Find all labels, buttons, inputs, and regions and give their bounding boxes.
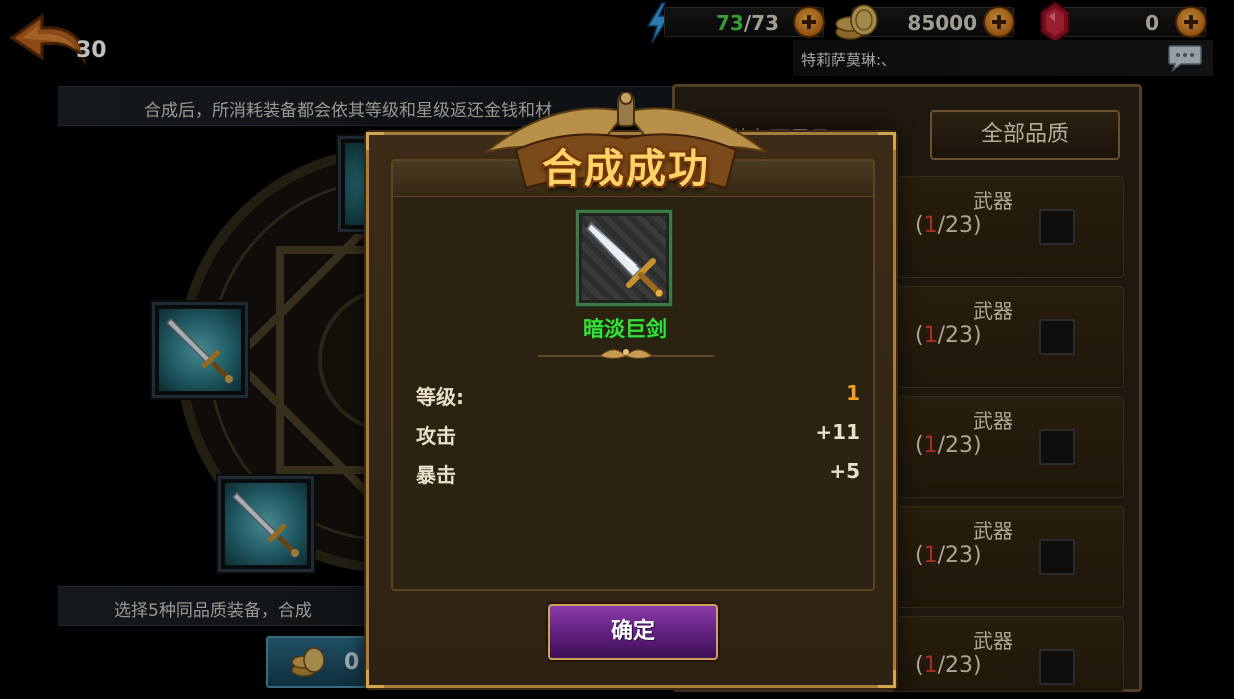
result-item-frame[interactable] <box>576 210 672 306</box>
title-banner: 合成成功 <box>476 92 776 202</box>
greatsword-icon <box>585 221 664 298</box>
stat-level-label: 等级: <box>416 385 464 409</box>
divider-ornament-icon <box>538 349 714 359</box>
confirm-button[interactable]: 确定 <box>548 604 718 660</box>
stat-attack-label: 攻击 <box>416 424 456 448</box>
stat-level-value: 1 <box>846 381 860 405</box>
dialog-title: 合成成功 <box>542 146 710 192</box>
stat-attack-value: +11 <box>815 420 860 444</box>
item-name: 暗淡巨剑 <box>583 317 667 341</box>
stat-crit-label: 暴击 <box>416 463 456 487</box>
stat-crit-value: +5 <box>829 459 860 483</box>
